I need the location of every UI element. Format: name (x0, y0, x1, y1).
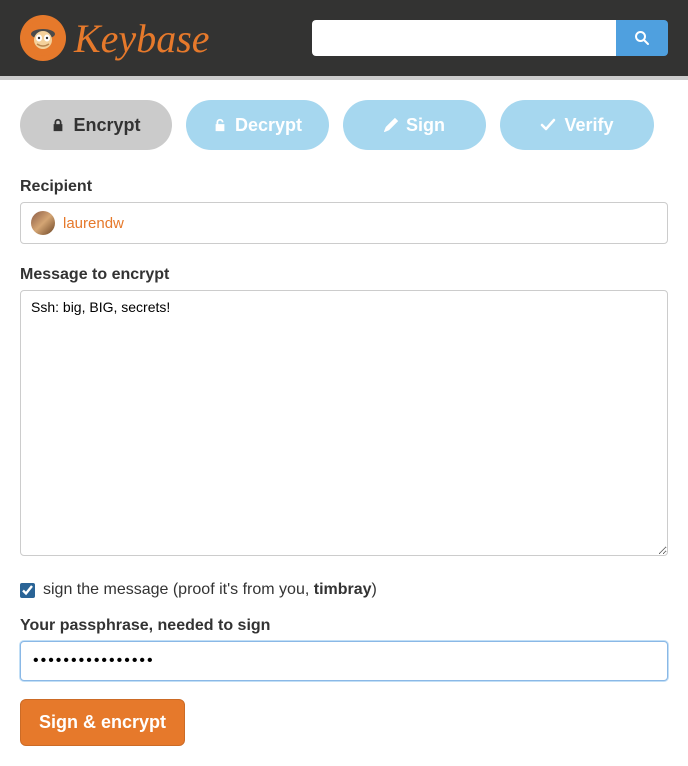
tab-sign[interactable]: Sign (343, 100, 486, 150)
passphrase-label: Your passphrase, needed to sign (20, 617, 668, 635)
brand-logo[interactable]: Keybase (20, 15, 210, 62)
search-icon (634, 30, 650, 46)
tab-encrypt[interactable]: Encrypt (20, 100, 172, 150)
tab-label: Encrypt (73, 115, 140, 136)
search-form (312, 20, 668, 56)
brand-name: Keybase (74, 15, 210, 62)
recipient-label: Recipient (20, 178, 668, 196)
sign-username: timbray (314, 581, 372, 598)
search-input[interactable] (312, 20, 616, 56)
sign-text-before: sign the message (proof it's from you, (43, 581, 314, 598)
recipient-field[interactable]: laurendw (20, 202, 668, 244)
lock-icon (51, 118, 65, 132)
pencil-icon (384, 118, 398, 132)
header-bar: Keybase (0, 0, 688, 80)
main-content: Encrypt Decrypt Sign Verify Recipient la… (0, 80, 688, 766)
action-tabs: Encrypt Decrypt Sign Verify (20, 100, 668, 150)
sign-option-row: sign the message (proof it's from you, t… (20, 581, 668, 599)
check-icon (540, 118, 556, 132)
tab-label: Verify (564, 115, 613, 136)
keybase-logo-icon (20, 15, 66, 61)
unlock-icon (213, 118, 227, 132)
sign-encrypt-button[interactable]: Sign & encrypt (20, 699, 185, 746)
message-label: Message to encrypt (20, 266, 668, 284)
sign-text-after: ) (372, 581, 377, 598)
sign-checkbox[interactable] (20, 583, 35, 598)
passphrase-input[interactable] (20, 641, 668, 681)
tab-label: Decrypt (235, 115, 302, 136)
message-textarea[interactable] (20, 290, 668, 556)
recipient-avatar (31, 211, 55, 235)
recipient-name: laurendw (63, 215, 124, 232)
search-button[interactable] (616, 20, 668, 56)
tab-label: Sign (406, 115, 445, 136)
sign-option-label: sign the message (proof it's from you, t… (43, 581, 377, 599)
tab-verify[interactable]: Verify (500, 100, 654, 150)
tab-decrypt[interactable]: Decrypt (186, 100, 329, 150)
